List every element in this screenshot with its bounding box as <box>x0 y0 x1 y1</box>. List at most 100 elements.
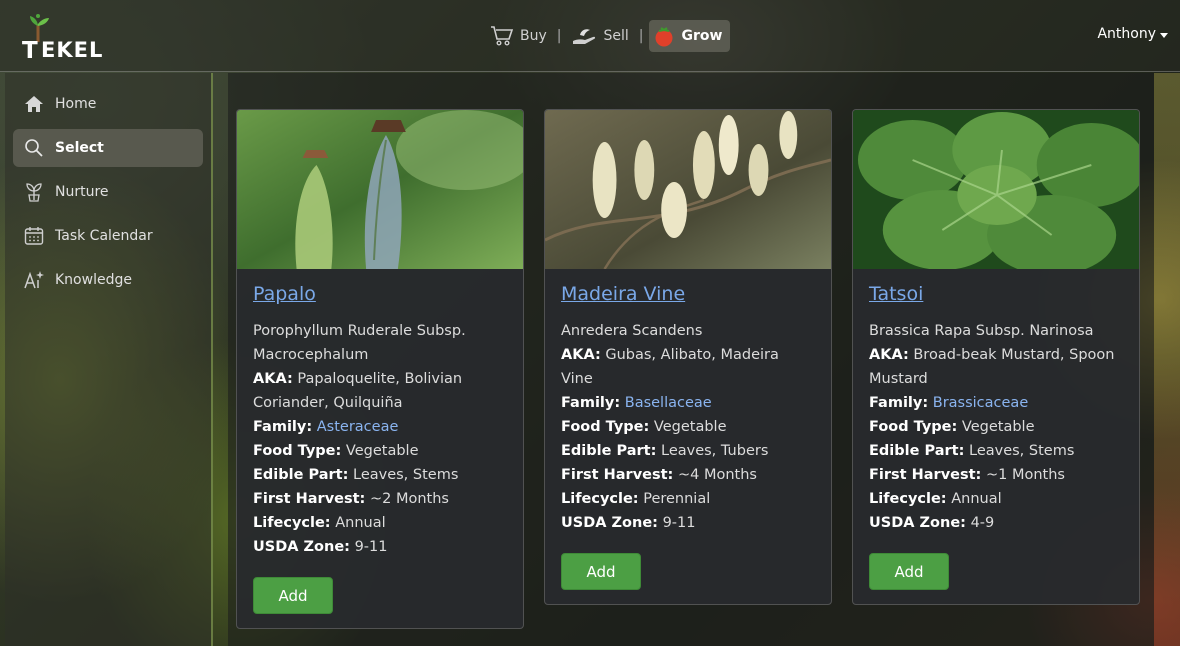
sidebar-item-select[interactable]: Select <box>13 129 203 167</box>
edible-part-label: Edible Part: <box>869 443 965 459</box>
sidebar-item-knowledge[interactable]: Knowledge <box>13 261 203 299</box>
usda-zone-row: USDA Zone: 4-9 <box>869 511 1123 535</box>
lifecycle-row: Lifecycle: Annual <box>869 487 1123 511</box>
food-type-label: Food Type: <box>561 419 650 435</box>
edible-part-value: Leaves, Stems <box>353 467 459 483</box>
usda-zone-label: USDA Zone: <box>561 515 658 531</box>
first-harvest-label: First Harvest: <box>561 467 674 483</box>
caret-down-icon <box>1160 32 1168 38</box>
family-link[interactable]: Brassicaceae <box>933 395 1029 411</box>
scientific-name: Anredera Scandens <box>561 323 703 339</box>
plant-title-link[interactable]: Tatsoi <box>869 283 923 305</box>
plant-title-link[interactable]: Madeira Vine <box>561 283 685 305</box>
nav-buy[interactable]: Buy <box>486 20 551 52</box>
nav-separator: | <box>638 28 644 44</box>
sidebar-item-task-calendar[interactable]: Task Calendar <box>13 217 203 255</box>
first-harvest-value: ~1 Months <box>985 467 1065 483</box>
plant-card-papalo: Papalo Porophyllum Ruderale Subsp. Macro… <box>236 109 524 629</box>
aka-row: AKA: Gubas, Alibato, Madeira Vine <box>561 343 815 391</box>
lifecycle-value: Annual <box>951 491 1002 507</box>
sidebar-item-label: Task Calendar <box>55 228 153 244</box>
nav-grow[interactable]: Grow <box>649 20 731 52</box>
edible-part-row: Edible Part: Leaves, Tubers <box>561 439 815 463</box>
nav-sell-label: Sell <box>603 28 629 44</box>
food-type-row: Food Type: Vegetable <box>869 415 1123 439</box>
first-harvest-row: First Harvest: ~4 Months <box>561 463 815 487</box>
food-type-value: Vegetable <box>961 419 1035 435</box>
edible-part-row: Edible Part: Leaves, Stems <box>869 439 1123 463</box>
sprout-icon <box>26 183 42 202</box>
family-row: Family: Asteraceae <box>253 415 507 439</box>
edible-part-row: Edible Part: Leaves, Stems <box>253 463 507 487</box>
first-harvest-value: ~4 Months <box>677 467 757 483</box>
scientific-name: Porophyllum Ruderale Subsp. Macrocephalu… <box>253 323 466 363</box>
logo-initial: T <box>22 38 38 64</box>
first-harvest-row: First Harvest: ~2 Months <box>253 487 507 511</box>
lifecycle-value: Perennial <box>643 491 711 507</box>
sidebar-item-nurture[interactable]: Nurture <box>13 173 203 211</box>
family-link[interactable]: Basellaceae <box>625 395 712 411</box>
lifecycle-label: Lifecycle: <box>869 491 947 507</box>
logo-text: EKEL <box>41 38 104 62</box>
family-label: Family: <box>253 419 313 435</box>
usda-zone-label: USDA Zone: <box>253 539 350 555</box>
cart-icon <box>491 26 514 46</box>
hand-icon <box>573 29 596 44</box>
lifecycle-label: Lifecycle: <box>561 491 639 507</box>
first-harvest-label: First Harvest: <box>869 467 982 483</box>
user-menu[interactable]: Anthony <box>1097 26 1168 42</box>
plant-photo <box>853 110 1139 269</box>
family-label: Family: <box>561 395 621 411</box>
usda-zone-value: 9-11 <box>662 515 696 531</box>
food-type-row: Food Type: Vegetable <box>561 415 815 439</box>
food-type-label: Food Type: <box>253 443 342 459</box>
nav-buy-label: Buy <box>520 28 547 44</box>
aka-row: AKA: Papaloquelite, Bolivian Coriander, … <box>253 367 507 415</box>
nav-grow-label: Grow <box>681 28 723 44</box>
family-row: Family: Brassicaceae <box>869 391 1123 415</box>
scientific-name: Brassica Rapa Subsp. Narinosa <box>869 323 1094 339</box>
edible-part-label: Edible Part: <box>561 443 657 459</box>
sidebar-item-label: Nurture <box>55 184 109 200</box>
background-strip <box>1154 73 1180 646</box>
sidebar-item-home[interactable]: Home <box>13 85 203 123</box>
usda-zone-value: 9-11 <box>354 539 388 555</box>
plant-photo <box>237 110 523 269</box>
plant-card-madeira-vine: Madeira Vine Anredera Scandens AKA: Guba… <box>544 109 832 605</box>
top-navigation: Buy | Sell | Grow <box>486 20 731 52</box>
plant-photo <box>545 110 831 269</box>
ai-icon <box>24 271 44 289</box>
family-link[interactable]: Asteraceae <box>317 419 399 435</box>
add-button[interactable]: Add <box>253 577 333 614</box>
app-header: T EKEL Buy | Sell | Grow Anthony <box>0 0 1180 72</box>
lifecycle-row: Lifecycle: Perennial <box>561 487 815 511</box>
usda-zone-row: USDA Zone: 9-11 <box>561 511 815 535</box>
edible-part-value: Leaves, Tubers <box>661 443 769 459</box>
food-type-value: Vegetable <box>653 419 727 435</box>
food-type-row: Food Type: Vegetable <box>253 439 507 463</box>
usda-zone-label: USDA Zone: <box>869 515 966 531</box>
aka-label: AKA: <box>253 371 293 387</box>
family-label: Family: <box>869 395 929 411</box>
first-harvest-row: First Harvest: ~1 Months <box>869 463 1123 487</box>
aka-label: AKA: <box>561 347 601 363</box>
first-harvest-value: ~2 Months <box>369 491 449 507</box>
usda-zone-row: USDA Zone: 9-11 <box>253 535 507 559</box>
sidebar: Home Select Nurture Task Calendar Knowle… <box>5 73 213 646</box>
nav-sell[interactable]: Sell <box>567 20 632 52</box>
plant-card-tatsoi: Tatsoi Brassica Rapa Subsp. Narinosa AKA… <box>852 109 1140 605</box>
first-harvest-label: First Harvest: <box>253 491 366 507</box>
search-icon <box>25 139 43 157</box>
calendar-icon <box>24 227 44 245</box>
add-button[interactable]: Add <box>561 553 641 590</box>
family-row: Family: Basellaceae <box>561 391 815 415</box>
user-name: Anthony <box>1097 26 1156 42</box>
home-icon <box>25 96 43 112</box>
tekel-logo[interactable]: T EKEL <box>22 12 112 64</box>
sidebar-item-label: Knowledge <box>55 272 132 288</box>
plant-title-link[interactable]: Papalo <box>253 283 316 305</box>
edible-part-value: Leaves, Stems <box>969 443 1075 459</box>
edible-part-label: Edible Part: <box>253 467 349 483</box>
food-type-value: Vegetable <box>345 443 419 459</box>
add-button[interactable]: Add <box>869 553 949 590</box>
